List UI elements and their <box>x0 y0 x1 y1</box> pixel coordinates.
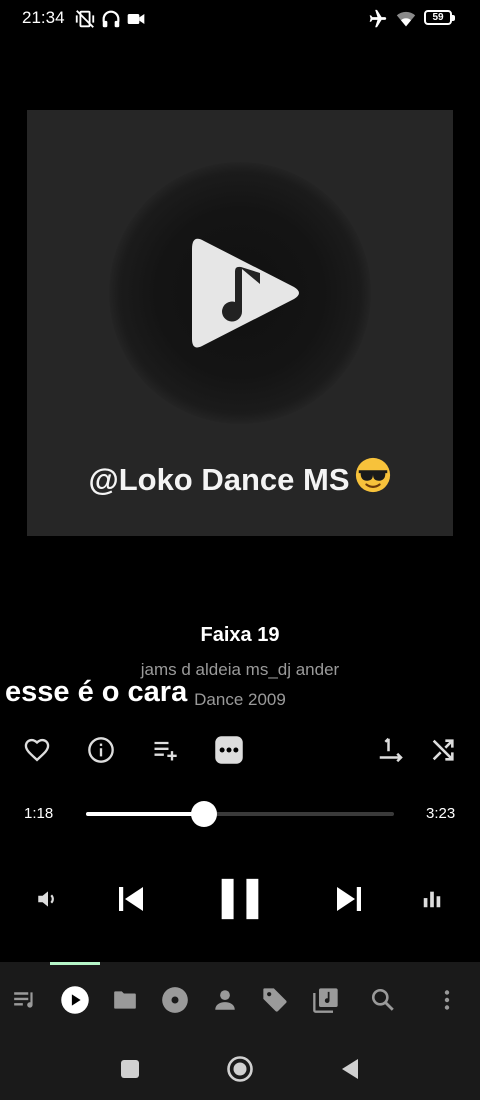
volume-button[interactable] <box>30 882 66 916</box>
art-caption-text: @Loko Dance MS <box>88 462 350 497</box>
battery-icon: 59 <box>424 10 455 25</box>
equalizer-icon <box>423 891 441 908</box>
recents-icon <box>121 1060 139 1078</box>
favorite-heart-icon <box>24 738 50 762</box>
video-camera-icon <box>127 14 145 24</box>
wifi-icon <box>396 11 416 27</box>
total-time: 3:23 <box>426 805 456 822</box>
pause-icon <box>221 878 259 920</box>
volume-icon <box>38 891 54 907</box>
pause-button[interactable] <box>212 870 268 928</box>
more-options-icon <box>215 736 243 764</box>
art-caption: @Loko Dance MS <box>27 456 453 498</box>
lyric-overlay: esse é o cara <box>5 676 188 708</box>
mute-vibrate-icon <box>75 10 95 28</box>
status-time: 21:34 <box>22 8 65 27</box>
album-disc-icon <box>162 987 188 1013</box>
back-icon <box>342 1059 358 1079</box>
next-track-icon <box>337 887 361 911</box>
elapsed-time: 1:18 <box>24 805 54 822</box>
tag-icon <box>263 988 287 1012</box>
queue-icon <box>14 992 33 1008</box>
nav-folders[interactable] <box>105 982 145 1018</box>
bottom-navigation <box>0 962 480 1038</box>
home-button[interactable] <box>220 1050 260 1088</box>
favorite-button[interactable] <box>20 733 54 767</box>
battery-level: 59 <box>432 12 444 23</box>
headset-icon <box>102 10 120 28</box>
nav-albums[interactable] <box>155 982 195 1018</box>
repeat-one-icon <box>379 737 403 763</box>
next-track-button[interactable] <box>326 874 372 924</box>
system-navigation-bar <box>0 1038 480 1100</box>
nav-queue[interactable] <box>5 982 45 1018</box>
airplane-icon <box>369 9 387 28</box>
previous-track-icon <box>119 887 143 911</box>
shuffle-button[interactable] <box>426 733 460 767</box>
active-tab-indicator <box>50 962 100 965</box>
more-options-button[interactable] <box>212 733 246 767</box>
sunglasses-emoji <box>355 457 390 493</box>
now-playing-icon <box>61 986 89 1014</box>
artist-icon <box>215 990 235 1010</box>
seek-bar-thumb[interactable] <box>191 801 218 827</box>
nav-library[interactable] <box>306 982 346 1018</box>
repeat-button[interactable] <box>374 733 408 767</box>
library-icon <box>313 988 338 1013</box>
seek-bar-fill <box>86 812 205 816</box>
info-icon <box>88 737 114 763</box>
folder-icon <box>114 991 136 1009</box>
info-button[interactable] <box>84 733 118 767</box>
previous-track-button[interactable] <box>108 874 154 924</box>
nav-search[interactable] <box>363 982 403 1018</box>
nav-overflow-menu[interactable] <box>427 982 467 1018</box>
add-to-playlist-button[interactable] <box>148 733 182 767</box>
music-play-logo <box>192 238 299 348</box>
nav-genres[interactable] <box>255 982 295 1018</box>
nav-artists[interactable] <box>205 982 245 1018</box>
track-title: Faixa 19 <box>200 624 280 646</box>
overflow-menu-icon <box>444 990 450 1010</box>
seek-bar[interactable] <box>86 801 394 827</box>
recents-button[interactable] <box>110 1050 150 1088</box>
status-bar: 21:34 59 <box>0 0 480 36</box>
equalizer-button[interactable] <box>414 882 450 916</box>
home-icon <box>227 1056 253 1082</box>
search-icon <box>371 988 394 1011</box>
back-button[interactable] <box>330 1050 370 1088</box>
album-art: @Loko Dance MS <box>27 110 453 536</box>
add-to-playlist-icon <box>154 741 177 761</box>
shuffle-icon <box>432 739 454 761</box>
nav-now-playing[interactable] <box>55 982 95 1018</box>
